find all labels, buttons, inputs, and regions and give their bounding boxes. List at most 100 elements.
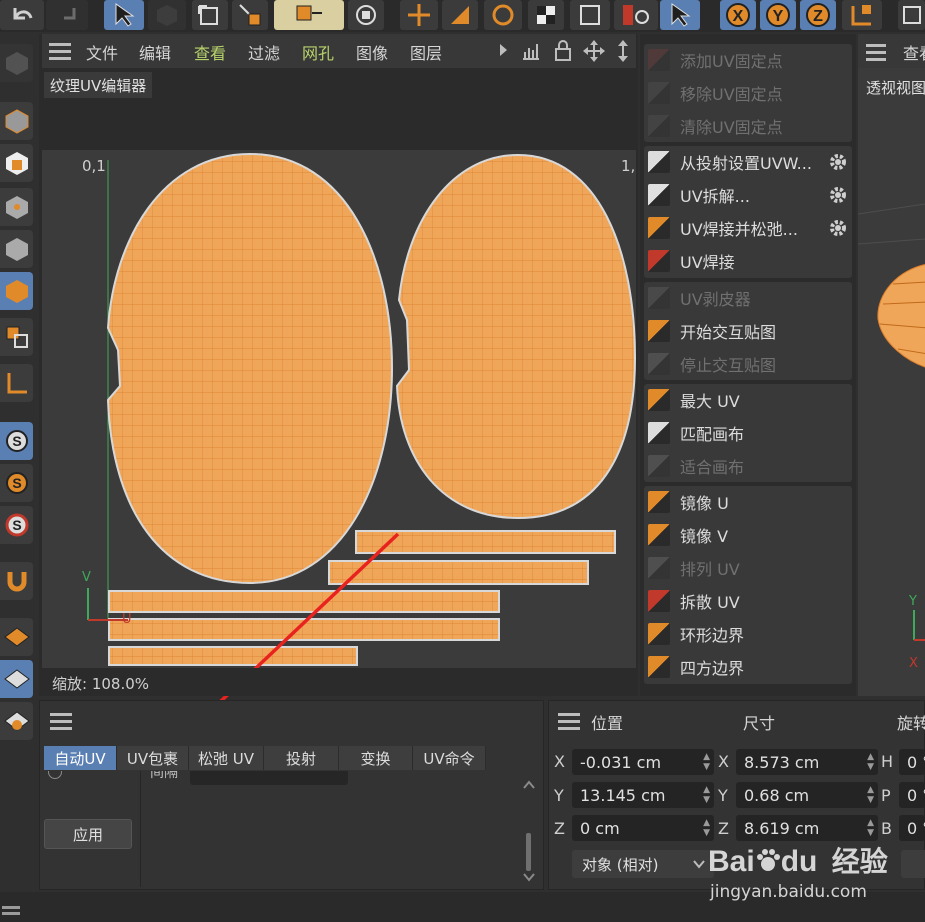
coords-hamburger-icon[interactable]	[558, 713, 580, 730]
move-tool-button[interactable]	[274, 0, 344, 30]
tool-uv-polygon[interactable]	[0, 144, 33, 182]
frame-button[interactable]	[570, 0, 610, 30]
uv-command-0[interactable]: 添加UV固定点	[644, 44, 852, 76]
tool-polygon-mode[interactable]	[0, 102, 33, 140]
spin-icon[interactable]: ▲ ▼	[703, 818, 710, 838]
gear-icon[interactable]	[828, 152, 848, 172]
coord-apply-button[interactable]	[901, 850, 925, 878]
spin-icon[interactable]: ▲ ▼	[867, 752, 874, 772]
scale-tool-button[interactable]	[232, 0, 268, 30]
redo-button[interactable]	[46, 0, 88, 30]
select-tool-button[interactable]	[104, 0, 144, 30]
more-arrow-icon[interactable]	[500, 44, 507, 56]
gear-icon[interactable]	[828, 218, 848, 238]
tool-uv-islands[interactable]	[0, 318, 33, 356]
hamburger-icon[interactable]	[49, 43, 71, 60]
zoom-arrows-icon[interactable]	[612, 39, 634, 63]
rot-h-field[interactable]: 0 °	[899, 749, 925, 775]
pos-x-field[interactable]: -0.031 cm ▲ ▼	[572, 749, 714, 775]
uv-command-7[interactable]: UV剥皮器	[644, 282, 852, 314]
rot-b-field[interactable]: 0 °	[899, 815, 925, 841]
uv-command-5[interactable]: UV焊接并松弛...	[644, 212, 852, 244]
layout-button[interactable]	[898, 0, 925, 30]
gear-icon[interactable]	[828, 185, 848, 205]
tool-locked-plane[interactable]	[0, 702, 33, 740]
tool-axis[interactable]	[0, 364, 33, 402]
scroll-down-icon[interactable]	[522, 871, 536, 883]
uv-command-12[interactable]: 适合画布	[644, 450, 852, 482]
uv-command-15[interactable]: 排列 UV	[644, 552, 852, 584]
rot-p-field[interactable]: 0 °	[899, 782, 925, 808]
view-menu[interactable]: 查看	[903, 40, 925, 64]
menu-edit[interactable]: 编辑	[139, 40, 171, 64]
menu-layer[interactable]: 图层	[410, 40, 442, 64]
cube-tool-button[interactable]	[148, 0, 186, 30]
scrollbar[interactable]	[526, 833, 531, 871]
menu-file[interactable]: 文件	[86, 40, 118, 64]
tool-workplane[interactable]	[0, 660, 33, 698]
transform-tool-button[interactable]	[192, 0, 228, 30]
radio-button[interactable]	[48, 771, 62, 779]
uv-command-18[interactable]: 四方边界	[644, 651, 852, 683]
tab-uv-wrap[interactable]: UV包裹	[117, 746, 189, 770]
tool-polygons[interactable]	[0, 272, 33, 310]
uv-command-11[interactable]: 匹配画布	[644, 417, 852, 449]
uv-command-17[interactable]: 环形边界	[644, 618, 852, 650]
spin-icon[interactable]: ▲ ▼	[867, 785, 874, 805]
pos-z-field[interactable]: 0 cm ▲ ▼	[572, 815, 714, 841]
histogram-icon[interactable]	[520, 40, 542, 62]
tab-transform[interactable]: 变换	[339, 746, 413, 770]
menu-image[interactable]: 图像	[356, 40, 388, 64]
tool-points[interactable]	[0, 188, 33, 226]
menu-filter[interactable]: 过滤	[248, 40, 280, 64]
scroll-up-icon[interactable]	[522, 779, 536, 791]
pan-arrows-icon[interactable]	[582, 39, 606, 63]
tab-relax-uv[interactable]: 松弛 UV	[189, 746, 264, 770]
tool-snap-3[interactable]: S	[0, 506, 33, 544]
view-hamburger-icon[interactable]	[866, 44, 886, 61]
uv-tools-hamburger-icon[interactable]	[50, 713, 72, 730]
uv-command-1[interactable]: 移除UV固定点	[644, 77, 852, 109]
tool-cube-dim[interactable]	[0, 44, 33, 82]
spin-icon[interactable]: ▲ ▼	[703, 752, 710, 772]
uv-command-8[interactable]: 开始交互贴图	[644, 315, 852, 347]
bottom-hamburger-icon[interactable]	[2, 906, 20, 920]
coord-mode-dropdown[interactable]: 对象 (相对)	[572, 850, 714, 878]
spin-icon[interactable]: ▲ ▼	[703, 785, 710, 805]
tab-auto-uv[interactable]: 自动UV	[44, 746, 117, 770]
tool-grid[interactable]	[0, 618, 33, 656]
lock-icon[interactable]	[552, 39, 574, 63]
live-select-button[interactable]	[660, 0, 700, 30]
uv-command-3[interactable]: 从投射设置UVW...	[644, 146, 852, 178]
apply-button[interactable]: 应用	[44, 819, 132, 849]
uv-command-14[interactable]: 镜像 V	[644, 519, 852, 551]
uv-command-2[interactable]: 清除UV固定点	[644, 110, 852, 142]
tool-magnet[interactable]	[0, 562, 33, 600]
z-axis-button[interactable]: Z	[800, 0, 836, 30]
uv-command-13[interactable]: 镜像 U	[644, 486, 852, 518]
render-settings-button[interactable]	[348, 0, 384, 30]
tab-uv-commands[interactable]: UV命令	[413, 746, 486, 770]
tool-snap-1[interactable]: S	[0, 422, 33, 460]
spacing-field[interactable]	[190, 771, 348, 785]
uv-command-10[interactable]: 最大 UV	[644, 384, 852, 416]
rotate-button[interactable]	[484, 0, 522, 30]
menu-mesh[interactable]: 网孔	[302, 40, 334, 64]
spin-icon[interactable]: ▲ ▼	[867, 818, 874, 838]
uv-command-9[interactable]: 停止交互贴图	[644, 348, 852, 380]
uv-command-16[interactable]: 拆散 UV	[644, 585, 852, 617]
menu-view[interactable]: 查看	[194, 40, 226, 64]
tool-snap-2[interactable]: S	[0, 464, 33, 502]
axis-move-button[interactable]	[400, 0, 438, 30]
y-axis-button[interactable]: Y	[760, 0, 796, 30]
tool-edges[interactable]	[0, 230, 33, 268]
uv-command-6[interactable]: UV焊接	[644, 245, 852, 277]
snap-reset-button[interactable]	[614, 0, 658, 30]
scale-button[interactable]	[442, 0, 478, 30]
pos-y-field[interactable]: 13.145 cm ▲ ▼	[572, 782, 714, 808]
checker-button[interactable]	[528, 0, 564, 30]
tab-projection[interactable]: 投射	[264, 746, 339, 770]
size-x-field[interactable]: 8.573 cm ▲ ▼	[736, 749, 878, 775]
coordinate-system-button[interactable]	[842, 0, 882, 30]
size-y-field[interactable]: 0.68 cm ▲ ▼	[736, 782, 878, 808]
